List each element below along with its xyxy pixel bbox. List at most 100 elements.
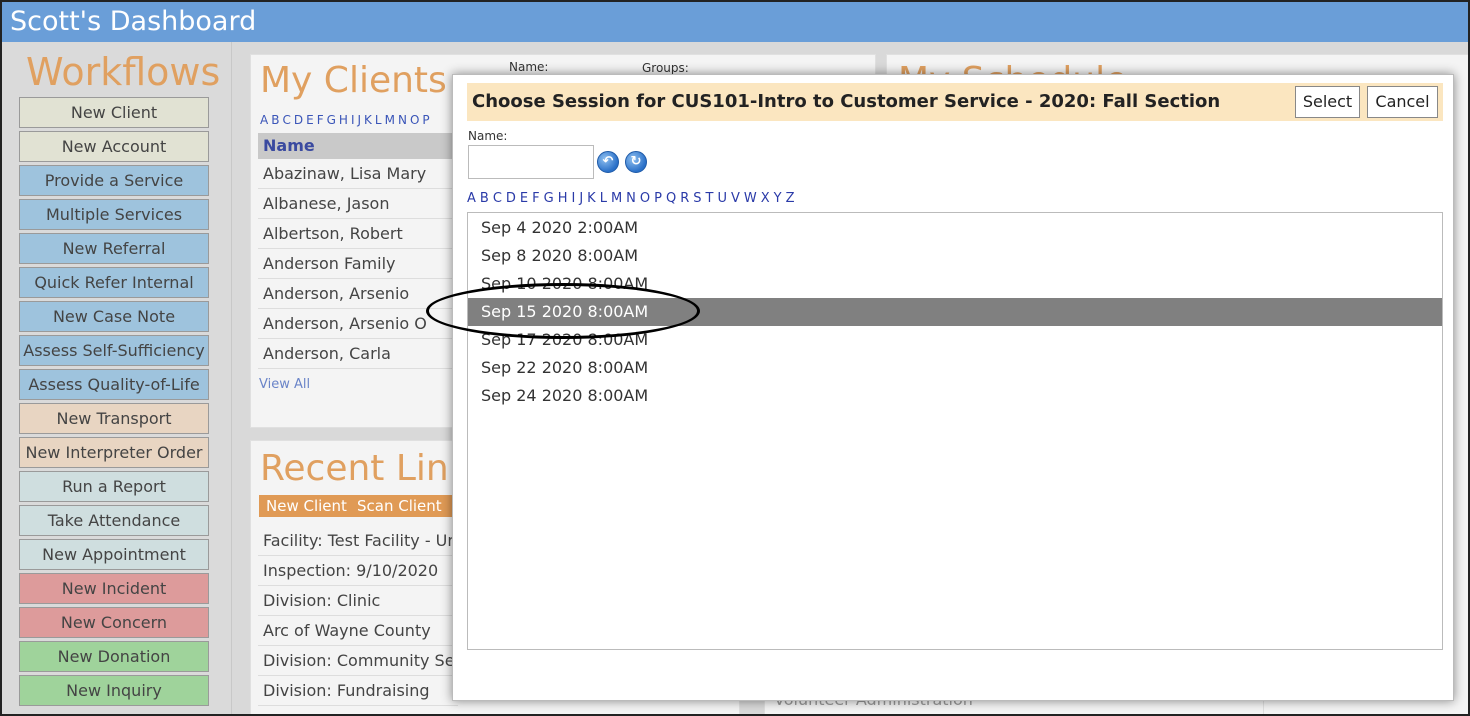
recent-scan-client-button[interactable]: Scan Client (350, 495, 449, 517)
clients-alpha-letter[interactable]: E (306, 113, 314, 127)
session-alpha-letter[interactable]: M (611, 191, 622, 206)
session-alpha-letter[interactable]: O (640, 191, 650, 206)
workflow-button[interactable]: New Interpreter Order (19, 437, 209, 468)
select-button[interactable]: Select (1295, 86, 1360, 118)
session-alpha-letter[interactable]: E (520, 191, 528, 206)
session-alpha-letter[interactable]: I (571, 191, 575, 206)
client-row[interactable]: Abazinaw, Lisa Mary (258, 159, 458, 189)
workflow-button[interactable]: Multiple Services (19, 199, 209, 230)
refresh-icon[interactable]: ↻ (625, 151, 647, 173)
clients-alpha-letter[interactable]: I (351, 113, 355, 127)
workflow-button[interactable]: New Donation (19, 641, 209, 672)
session-alpha-letter[interactable]: G (544, 191, 554, 206)
name-filter-label: Name: (509, 60, 549, 74)
workflow-button[interactable]: New Client (19, 97, 209, 128)
client-row[interactable]: Anderson, Arsenio O (258, 309, 458, 339)
clients-alpha-letter[interactable]: M (385, 113, 395, 127)
clients-name-column-header[interactable]: Name (258, 133, 458, 159)
back-arrow-icon[interactable]: ↶ (597, 151, 619, 173)
recent-link-row[interactable]: Arc of Wayne County (258, 616, 458, 646)
session-alpha-letter[interactable]: Y (774, 191, 782, 206)
workflow-button[interactable]: New Concern (19, 607, 209, 638)
workflow-button[interactable]: New Account (19, 131, 209, 162)
session-alpha-letter[interactable]: A (467, 191, 476, 206)
session-alpha-letter[interactable]: H (558, 191, 568, 206)
session-alpha-letter[interactable]: V (731, 191, 740, 206)
session-alpha-letter[interactable]: N (626, 191, 636, 206)
recent-link-row[interactable]: Division: Community Servi (258, 646, 458, 676)
view-all-link[interactable]: View All (259, 377, 310, 392)
session-row[interactable]: Sep 15 2020 8:00AM (468, 298, 1442, 326)
session-alpha-letter[interactable]: P (654, 191, 662, 206)
cancel-button[interactable]: Cancel (1367, 86, 1438, 118)
clients-alpha-letter[interactable]: A (260, 113, 268, 127)
client-row[interactable]: Anderson, Arsenio (258, 279, 458, 309)
clients-alpha-letter[interactable]: B (271, 113, 279, 127)
session-alpha-letter[interactable]: T (706, 191, 714, 206)
recent-link-row[interactable]: Division: Mental Health (258, 706, 458, 714)
workflow-button[interactable]: Provide a Service (19, 165, 209, 196)
workflow-button[interactable]: New Appointment (19, 539, 209, 570)
session-alpha-letter[interactable]: K (587, 191, 596, 206)
my-clients-title: My Clients (260, 60, 447, 101)
clients-alpha-letter[interactable]: O (410, 113, 419, 127)
client-row[interactable]: Anderson Family (258, 249, 458, 279)
clients-alpha-letter[interactable]: P (422, 113, 429, 127)
session-name-input[interactable] (468, 145, 594, 179)
session-row[interactable]: Sep 22 2020 8:00AM (468, 354, 1442, 382)
client-row[interactable]: Albertson, Robert (258, 219, 458, 249)
workflow-button[interactable]: Assess Self-Sufficiency (19, 335, 209, 366)
workflow-button[interactable]: Quick Refer Internal (19, 267, 209, 298)
clients-alpha-letter[interactable]: F (317, 113, 324, 127)
session-alpha-letter[interactable]: U (717, 191, 727, 206)
session-alpha-letter[interactable]: X (761, 191, 770, 206)
recent-link-row[interactable]: Division: Fundraising (258, 676, 458, 706)
clients-alpha-letter[interactable]: D (294, 113, 303, 127)
workflow-button[interactable]: New Inquiry (19, 675, 209, 706)
session-row[interactable]: Sep 24 2020 8:00AM (468, 382, 1442, 410)
session-alpha-letter[interactable]: F (532, 191, 539, 206)
recent-link-row[interactable]: Division: Clinic (258, 586, 458, 616)
workflow-button[interactable]: New Referral (19, 233, 209, 264)
clients-alpha-letter[interactable]: J (357, 113, 361, 127)
session-alpha-letter[interactable]: W (744, 191, 757, 206)
workflow-button[interactable]: New Case Note (19, 301, 209, 332)
clients-alpha-letter[interactable]: G (327, 113, 336, 127)
clients-alpha-letter[interactable]: K (364, 113, 372, 127)
client-row[interactable]: Albanese, Jason (258, 189, 458, 219)
session-row[interactable]: Sep 8 2020 8:00AM (468, 242, 1442, 270)
session-alpha-letter[interactable]: J (579, 191, 583, 206)
workflow-button[interactable]: Assess Quality-of-Life (19, 369, 209, 400)
session-alpha-letter[interactable]: Q (666, 191, 676, 206)
clients-alpha-letter[interactable]: L (375, 113, 382, 127)
clients-alpha-letter[interactable]: N (398, 113, 407, 127)
recent-link-row[interactable]: Facility: Test Facility - Unit (258, 526, 458, 556)
client-row[interactable]: Anderson, Carla (258, 339, 458, 369)
session-row[interactable]: Sep 4 2020 2:00AM (468, 214, 1442, 242)
session-row[interactable]: Sep 17 2020 8:00AM (468, 326, 1442, 354)
workflows-title: Workflows (26, 50, 221, 94)
session-alpha-letter[interactable]: C (493, 191, 502, 206)
workflows-sidebar: Workflows New Client New Account Provide a… (2, 42, 232, 714)
app-window: Scott's Dashboard Workflows New Client Ne… (0, 0, 1470, 716)
app-title: Scott's Dashboard (2, 2, 1468, 42)
dialog-title: Choose Session for CUS101-Intro to Custo… (472, 91, 1221, 112)
workflow-button[interactable]: Run a Report (19, 471, 209, 502)
session-alpha-letter[interactable]: D (506, 191, 516, 206)
session-alpha-letter[interactable]: S (693, 191, 701, 206)
session-row[interactable]: Sep 10 2020 8:00AM (468, 270, 1442, 298)
recent-new-client-button[interactable]: New Client (259, 495, 354, 517)
session-alpha-letter[interactable]: B (480, 191, 489, 206)
session-alpha-letter[interactable]: L (600, 191, 607, 206)
groups-filter-label: Groups: (642, 61, 689, 75)
recent-link-row[interactable]: Inspection: 9/10/2020 (258, 556, 458, 586)
workflow-button[interactable]: Take Attendance (19, 505, 209, 536)
session-alphabet-filter: ABCDEFGHIJKLMNOPQRSTUVWXYZ (467, 191, 799, 206)
workflow-button[interactable]: New Transport (19, 403, 209, 434)
choose-session-dialog: Choose Session for CUS101-Intro to Custo… (452, 74, 1454, 701)
session-alpha-letter[interactable]: Z (786, 191, 795, 206)
session-alpha-letter[interactable]: R (680, 191, 689, 206)
clients-alpha-letter[interactable]: H (339, 113, 348, 127)
clients-alpha-letter[interactable]: C (282, 113, 290, 127)
workflow-button[interactable]: New Incident (19, 573, 209, 604)
